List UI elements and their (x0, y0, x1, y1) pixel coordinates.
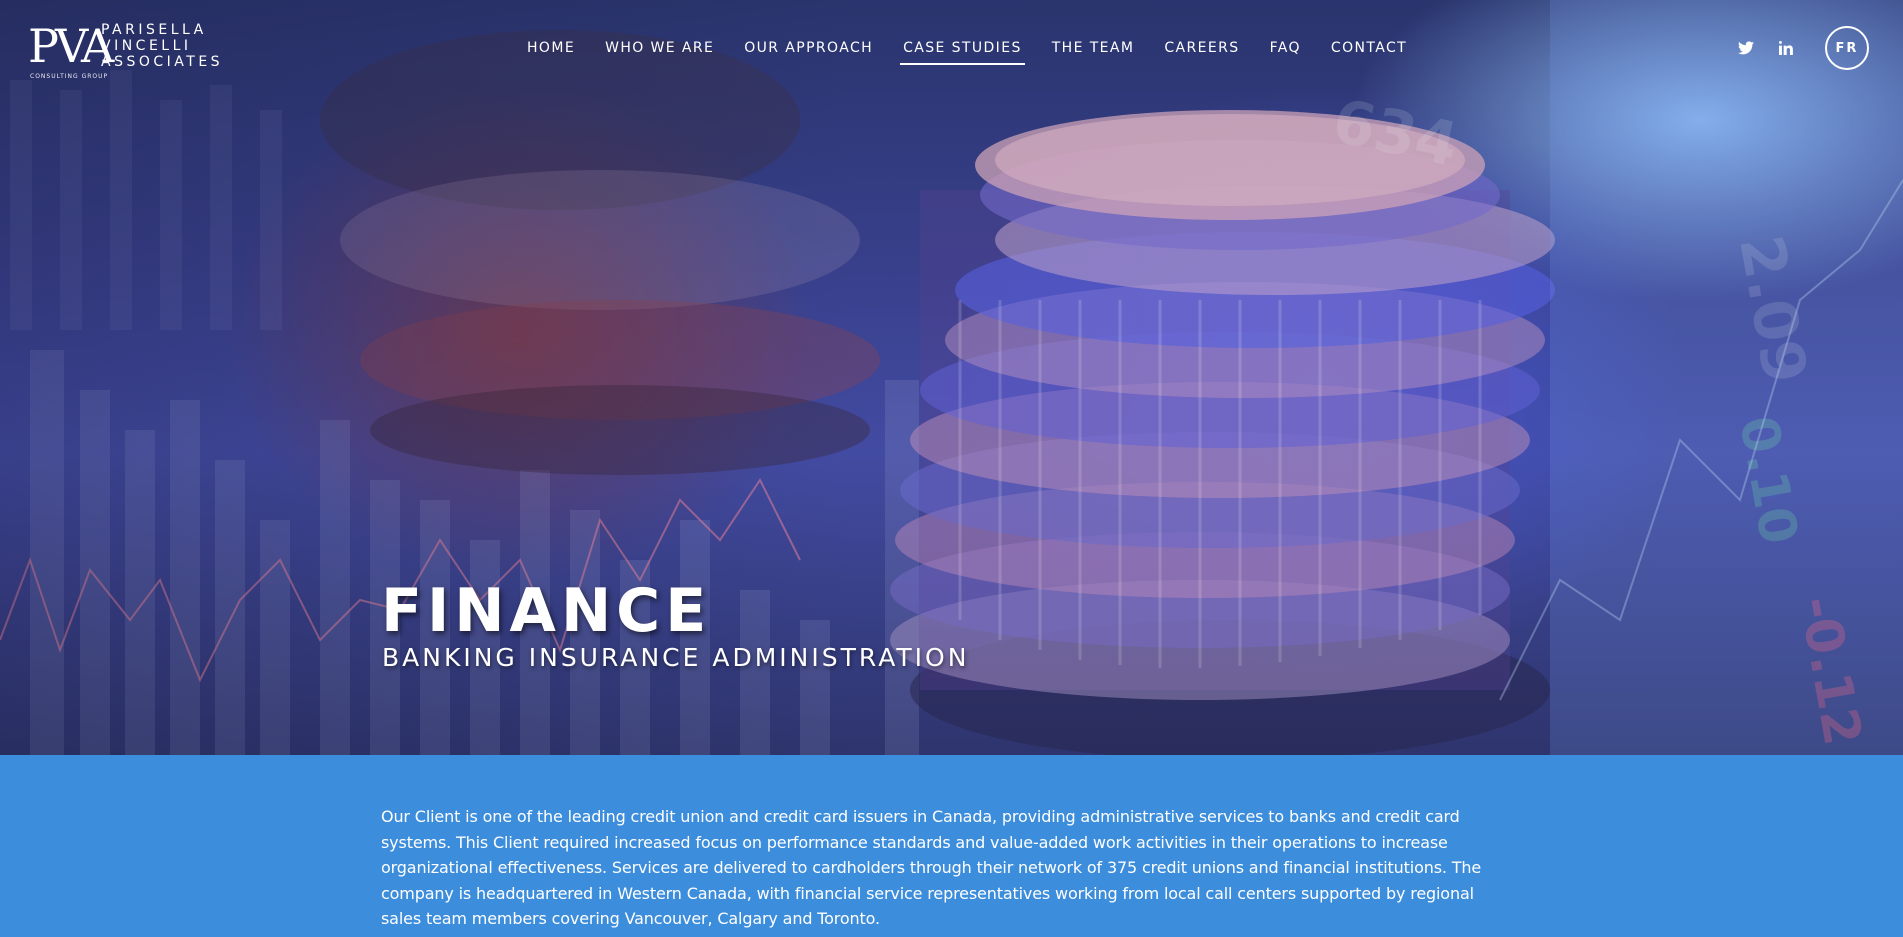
page-subtitle: BANKING INSURANCE ADMINISTRATION (382, 643, 970, 672)
logo-line-3: ASSOCIATES (101, 54, 224, 70)
logo-line-2: VINCELLI (101, 38, 192, 54)
logo-mark: PVA (28, 19, 114, 73)
logo[interactable]: PVA PARISELLA VINCELLI ASSOCIATES CONSUL… (28, 22, 228, 84)
nav-home[interactable]: HOME (512, 37, 590, 67)
linkedin-icon[interactable] (1777, 39, 1795, 57)
social-links: FR (1737, 26, 1869, 70)
page: 634 2.09 0.10 -0.12 PVA PARISELLA VINCEL… (0, 0, 1903, 937)
logo-line-1: PARISELLA (101, 22, 207, 38)
nav-faq[interactable]: FAQ (1255, 37, 1316, 67)
nav-case-studies[interactable]: CASE STUDIES (888, 37, 1037, 67)
twitter-icon[interactable] (1737, 39, 1755, 57)
hero-banner: 634 2.09 0.10 -0.12 PVA PARISELLA VINCEL… (0, 0, 1903, 755)
case-study-intro: Our Client is one of the leading credit … (381, 807, 1482, 928)
nav-our-approach[interactable]: OUR APPROACH (729, 37, 888, 67)
nav-contact[interactable]: CONTACT (1316, 37, 1422, 67)
nav-careers[interactable]: CAREERS (1149, 37, 1254, 67)
nav-who-we-are[interactable]: WHO WE ARE (590, 37, 729, 67)
main-nav: HOME WHO WE ARE OUR APPROACH CASE STUDIE… (512, 37, 1422, 67)
language-toggle-button[interactable]: FR (1825, 26, 1869, 70)
nav-the-team[interactable]: THE TEAM (1037, 37, 1150, 67)
page-title: FINANCE (381, 576, 712, 646)
logo-tagline: CONSULTING GROUP (30, 73, 109, 80)
content-section: Our Client is one of the leading credit … (0, 755, 1903, 937)
